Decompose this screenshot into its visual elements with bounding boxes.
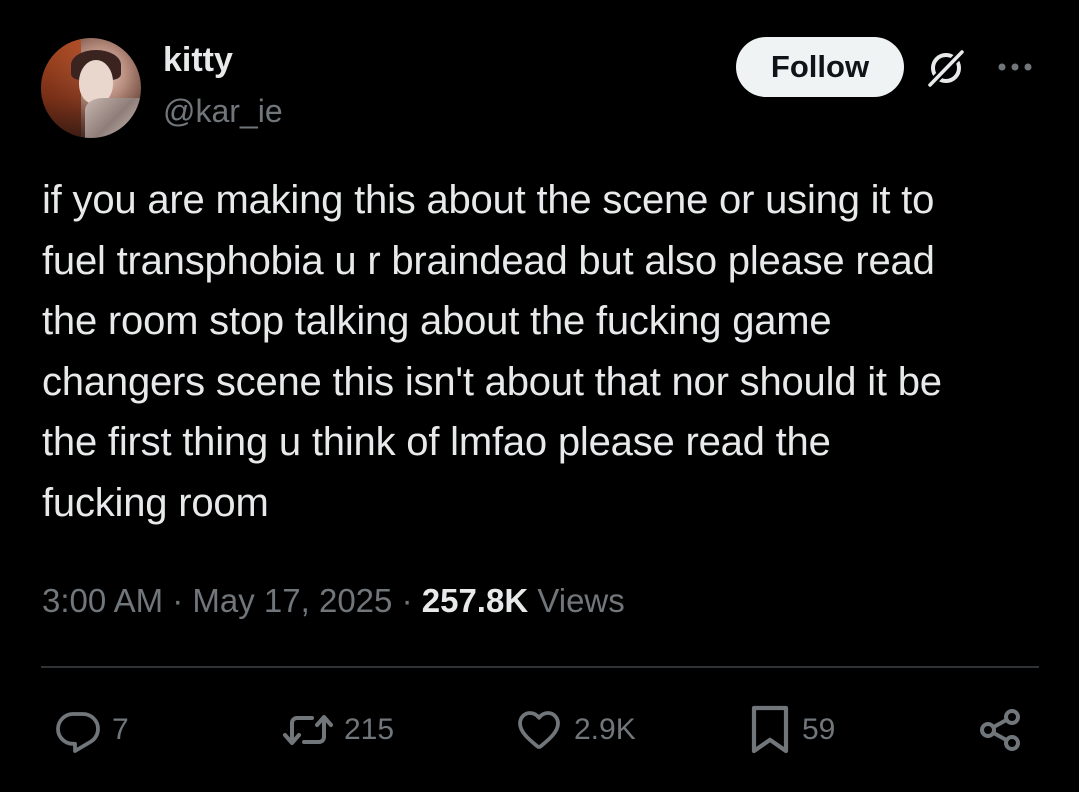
- reply-button[interactable]: 7: [54, 704, 129, 756]
- views-count[interactable]: 257.8K: [422, 582, 528, 619]
- bookmark-button[interactable]: 59: [748, 704, 835, 756]
- share-icon: [980, 709, 1020, 751]
- meta-separator: ·: [401, 582, 413, 619]
- meta-separator: ·: [172, 582, 184, 619]
- tweet-time[interactable]: 3:00 AM: [42, 582, 163, 619]
- tweet-text: if you are making this about the scene o…: [42, 178, 942, 525]
- more-icon[interactable]: [994, 52, 1038, 82]
- avatar-clothing: [85, 98, 141, 138]
- tweet-meta: 3:00 AM · May 17, 2025 · 257.8K Views: [42, 580, 625, 622]
- like-button[interactable]: 2.9K: [514, 704, 636, 756]
- avatar[interactable]: [41, 38, 141, 138]
- avatar-background: [41, 38, 81, 138]
- bookmark-icon: [751, 705, 789, 754]
- follow-button[interactable]: Follow: [736, 37, 904, 97]
- like-count: 2.9K: [574, 713, 636, 746]
- user-handle[interactable]: @kar_ie: [163, 91, 283, 131]
- repost-count: 215: [344, 713, 395, 746]
- divider: [41, 666, 1039, 668]
- share-button[interactable]: [976, 704, 1024, 756]
- reply-icon: [56, 712, 100, 753]
- heart-icon: [518, 711, 560, 749]
- views-label: Views: [537, 582, 625, 619]
- repost-button[interactable]: 215: [282, 704, 394, 756]
- bookmark-count: 59: [802, 713, 836, 746]
- display-name[interactable]: kitty: [163, 40, 233, 80]
- repost-icon: [283, 715, 333, 745]
- reply-count: 7: [112, 713, 129, 746]
- tweet-date[interactable]: May 17, 2025: [192, 582, 392, 619]
- grok-icon[interactable]: [924, 46, 968, 90]
